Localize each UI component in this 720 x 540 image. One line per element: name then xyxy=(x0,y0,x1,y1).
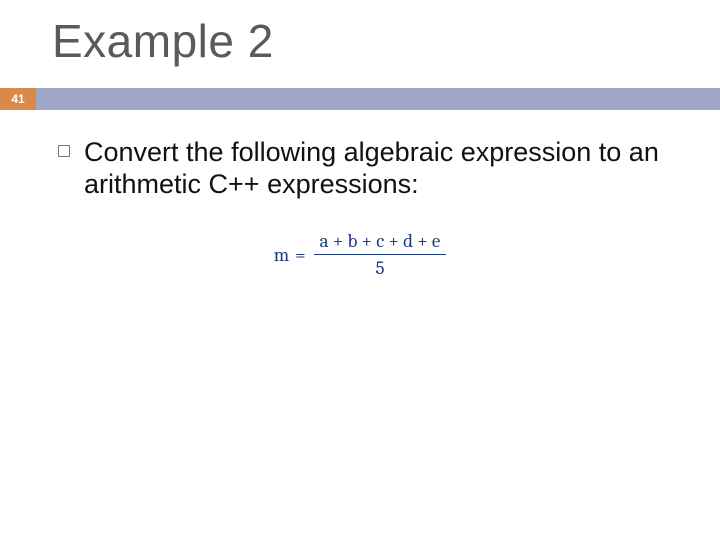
square-bullet-icon xyxy=(58,145,70,157)
equation-fraction: a + b + c + d + e 5 xyxy=(314,230,447,279)
equation-inner: m = a + b + c + d + e 5 xyxy=(274,230,447,279)
bullet-item: Convert the following algebraic expressi… xyxy=(58,136,680,201)
slide: Example 2 41 Convert the following algeb… xyxy=(0,0,720,540)
slide-number-badge: 41 xyxy=(0,88,36,110)
page-title: Example 2 xyxy=(52,14,274,68)
content-area: Convert the following algebraic expressi… xyxy=(58,136,680,201)
equation-lhs: m xyxy=(274,244,289,266)
equation-equals: = xyxy=(295,244,306,266)
equation-denominator: 5 xyxy=(375,255,384,279)
title-divider-bar xyxy=(0,88,720,110)
equation: m = a + b + c + d + e 5 xyxy=(0,230,720,279)
equation-numerator: a + b + c + d + e xyxy=(314,230,447,254)
bullet-text: Convert the following algebraic expressi… xyxy=(84,136,680,201)
